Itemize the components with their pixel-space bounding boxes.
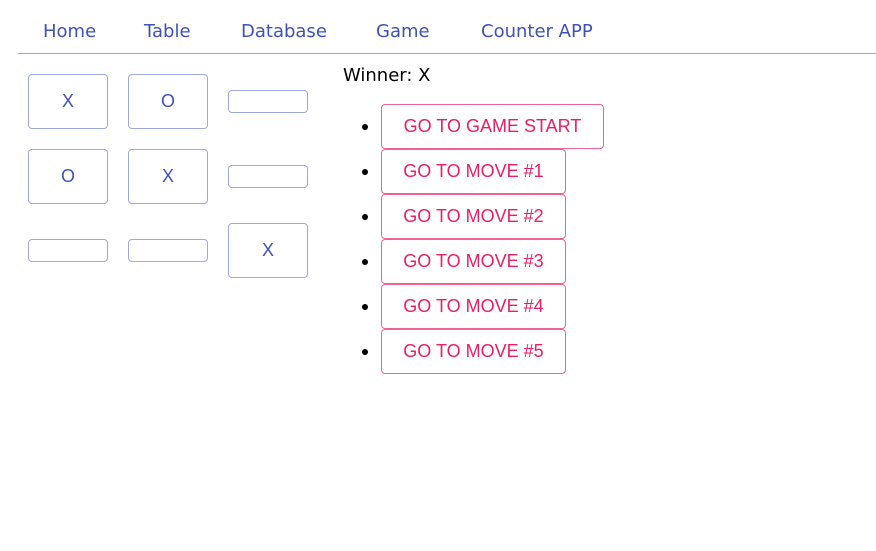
- nav-counter-app[interactable]: Counter APP: [481, 21, 593, 43]
- board-square-5[interactable]: X: [128, 149, 208, 204]
- game-status: Winner: X: [343, 65, 431, 86]
- nav-database[interactable]: Database: [241, 21, 327, 43]
- go-to-move-1-button[interactable]: GO TO MOVE #1: [381, 149, 566, 194]
- board-square-6[interactable]: [228, 165, 308, 188]
- board-square-1[interactable]: X: [28, 74, 108, 129]
- board-square-7[interactable]: [28, 239, 108, 262]
- list-bullet: [362, 169, 368, 175]
- top-nav: Home Table Database Game Counter APP: [18, 0, 876, 54]
- go-to-move-5-button[interactable]: GO TO MOVE #5: [381, 329, 566, 374]
- nav-game[interactable]: Game: [376, 21, 430, 43]
- board-square-8[interactable]: [128, 239, 208, 262]
- go-to-move-4-button[interactable]: GO TO MOVE #4: [381, 284, 566, 329]
- board-square-2[interactable]: O: [128, 74, 208, 129]
- board-square-9[interactable]: X: [228, 223, 308, 278]
- nav-table[interactable]: Table: [144, 21, 191, 43]
- list-bullet: [362, 259, 368, 265]
- board-square-4[interactable]: O: [28, 149, 108, 204]
- go-to-move-2-button[interactable]: GO TO MOVE #2: [381, 194, 566, 239]
- list-bullet: [362, 304, 368, 310]
- list-bullet: [362, 214, 368, 220]
- list-bullet: [362, 124, 368, 130]
- go-to-game-start-button[interactable]: GO TO GAME START: [381, 104, 604, 149]
- nav-home[interactable]: Home: [43, 21, 96, 43]
- list-bullet: [362, 349, 368, 355]
- app-page: Home Table Database Game Counter APP X O…: [0, 0, 876, 551]
- board-square-3[interactable]: [228, 90, 308, 113]
- go-to-move-3-button[interactable]: GO TO MOVE #3: [381, 239, 566, 284]
